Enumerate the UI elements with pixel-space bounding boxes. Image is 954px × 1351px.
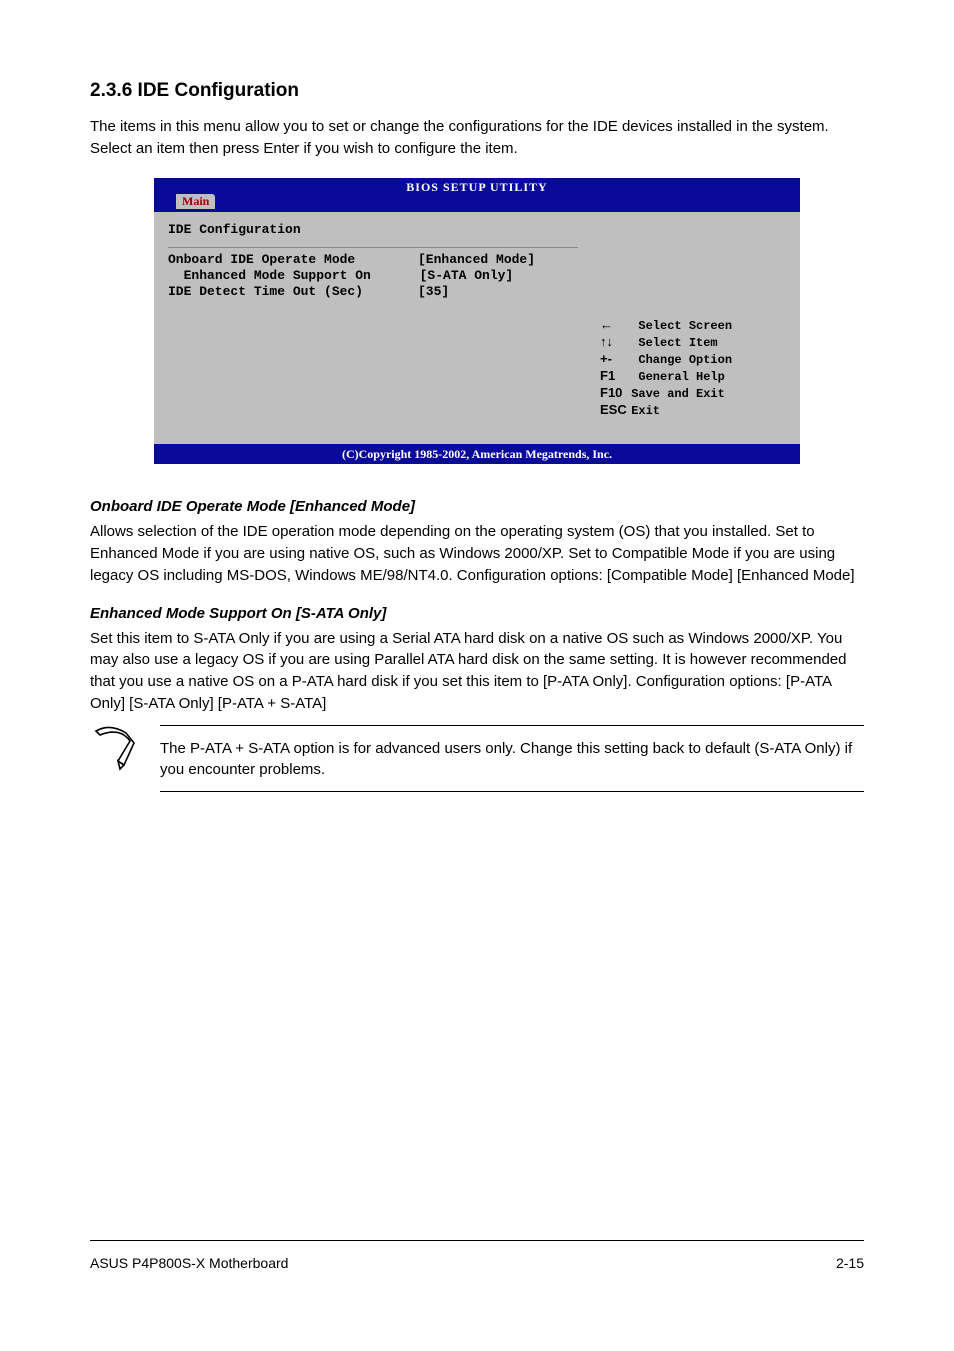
bios-tab-row: Main [154, 194, 800, 212]
bios-item-label: Enhanced Mode Support On [184, 268, 420, 284]
subheading-enhanced-mode: Enhanced Mode Support On [S-ATA Only] [90, 605, 864, 622]
bios-item-value[interactable]: [35] [418, 284, 449, 299]
footer-page-number: 2-15 [836, 1255, 864, 1271]
bios-item-label: IDE Detect Time Out (Sec) [168, 284, 418, 300]
paragraph-enhanced-mode: Set this item to S-ATA Only if you are u… [90, 628, 864, 715]
esc-key: ESC [600, 402, 624, 418]
bios-left-panel: IDE Configuration Onboard IDE Operate Mo… [154, 212, 590, 445]
divider [160, 791, 864, 792]
bios-title: BIOS SETUP UTILITY [154, 178, 800, 194]
bios-item-row[interactable]: IDE Detect Time Out (Sec)[35] [168, 284, 578, 300]
footer-product-name: ASUS P4P800S-X Motherboard [90, 1255, 288, 1271]
bios-item-label: Onboard IDE Operate Mode [168, 252, 418, 268]
note-block: The P-ATA + S-ATA option is for advanced… [90, 725, 864, 805]
updown-arrow-icon: ↑↓ [600, 334, 624, 350]
bios-item-row[interactable]: Enhanced Mode Support On[S-ATA Only] [168, 268, 578, 284]
divider [160, 725, 864, 726]
intro-paragraph: The items in this menu allow you to set … [90, 116, 864, 160]
page-footer: ASUS P4P800S-X Motherboard 2-15 [90, 1255, 864, 1271]
paragraph-onboard-ide: Allows selection of the IDE operation mo… [90, 521, 864, 586]
bios-screenshot: BIOS SETUP UTILITY Main IDE Configuratio… [154, 178, 800, 465]
bios-copyright-footer: (C)Copyright 1985-2002, American Megatre… [154, 446, 800, 464]
bios-item-value[interactable]: [Enhanced Mode] [418, 252, 535, 267]
note-pencil-icon [90, 725, 142, 776]
bios-tab-main[interactable]: Main [176, 194, 215, 209]
plusminus-icon: +- [600, 351, 624, 367]
bios-panel-title: IDE Configuration [168, 220, 578, 243]
f1-key: F1 [600, 368, 624, 384]
f10-key: F10 [600, 385, 624, 401]
bios-item-row[interactable]: Onboard IDE Operate Mode[Enhanced Mode] [168, 252, 578, 268]
left-arrow-icon: ← [600, 317, 624, 333]
footer-divider [90, 1240, 864, 1241]
section-heading: 2.3.6 IDE Configuration [90, 80, 864, 102]
note-text: The P-ATA + S-ATA option is for advanced… [160, 738, 864, 782]
bios-item-value[interactable]: [S-ATA Only] [420, 268, 514, 283]
bios-nav-help: ← Select Screen ↑↓ Select Item +- Change… [600, 302, 790, 434]
subheading-onboard-ide: Onboard IDE Operate Mode [Enhanced Mode] [90, 498, 864, 515]
divider [168, 247, 578, 248]
bios-right-panel: ← Select Screen ↑↓ Select Item +- Change… [590, 212, 800, 445]
